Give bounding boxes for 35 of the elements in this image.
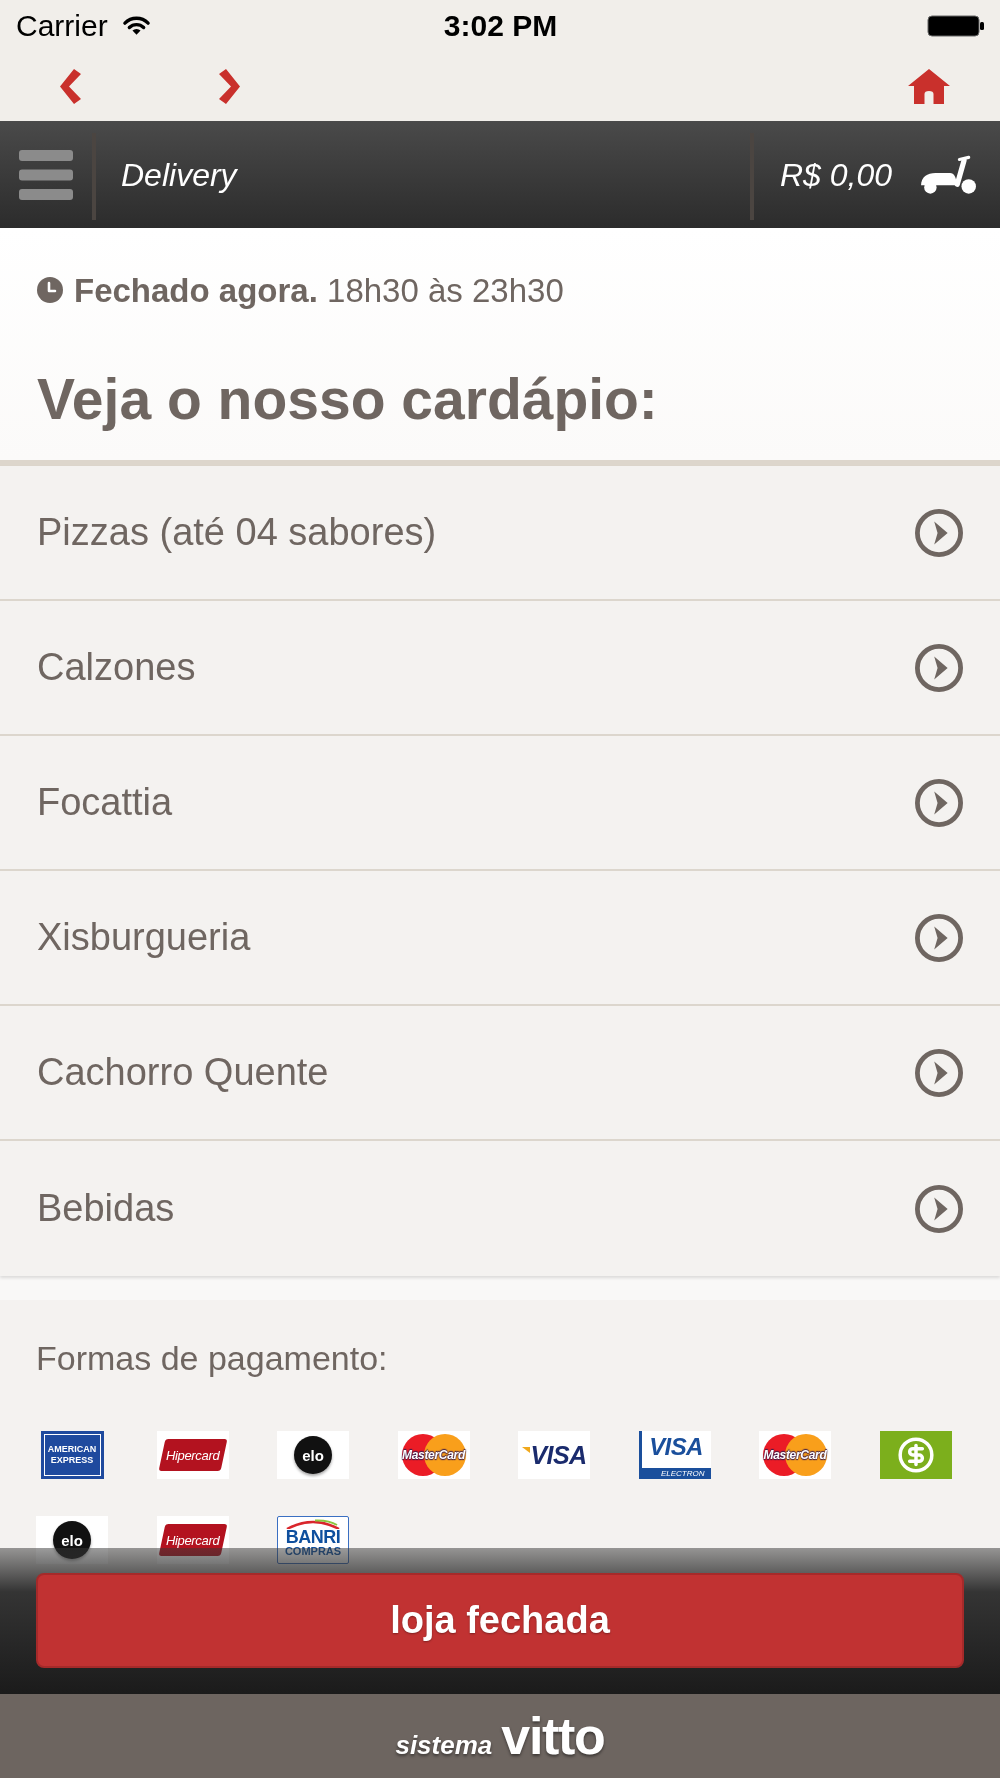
battery-icon (927, 14, 985, 37)
card-brand-logo: VISA (518, 1431, 590, 1479)
chevron-circle-icon (915, 913, 963, 962)
card-brand-logo: AMERICAN EXPRESS (40, 1431, 104, 1479)
card-brand-logo: VISA ELECTRON (638, 1431, 711, 1479)
chevron-circle-icon (915, 1048, 963, 1097)
category-item[interactable]: Bebidas (0, 1141, 1000, 1276)
chevron-circle-icon (915, 508, 963, 557)
dollar-icon (879, 1431, 952, 1479)
chevron-left-icon[interactable] (59, 68, 82, 104)
payment-methods-title: Formas de pagamento: (36, 1338, 389, 1378)
status-time: 3:02 PM (443, 10, 558, 41)
category-item[interactable]: Xisburgueria (0, 871, 1000, 1006)
category-item[interactable]: Calzones (0, 601, 1000, 736)
brand-logo: sistema vitto (395, 1710, 605, 1762)
chevron-circle-icon (915, 778, 963, 827)
page-title: Delivery (121, 158, 237, 191)
carrier-name: Carrier (16, 10, 108, 41)
card-brand-logo: elo (277, 1431, 349, 1479)
category-item[interactable]: Pizzas (até 04 sabores) (0, 466, 1000, 601)
opening-hours-text: Fechado agora. 18h30 às 23h30 (74, 273, 564, 307)
card-brand-logo: Hipercard (156, 1431, 229, 1479)
chevron-right-icon[interactable] (218, 68, 241, 104)
category-item[interactable]: Focattia (0, 736, 1000, 871)
category-item[interactable]: Cachorro Quente (0, 1006, 1000, 1141)
home-icon[interactable] (908, 68, 950, 104)
chevron-circle-icon (915, 1184, 963, 1233)
wifi-icon (121, 15, 151, 36)
store-closed-button[interactable]: loja fechada (36, 1573, 964, 1668)
menu-heading: Veja o nosso cardápio: (37, 367, 659, 431)
chevron-circle-icon (915, 643, 963, 692)
menu-icon[interactable] (19, 149, 73, 200)
scooter-icon (920, 154, 977, 195)
cart-total: R$ 0,00 (779, 158, 892, 191)
clock-icon (37, 277, 63, 303)
